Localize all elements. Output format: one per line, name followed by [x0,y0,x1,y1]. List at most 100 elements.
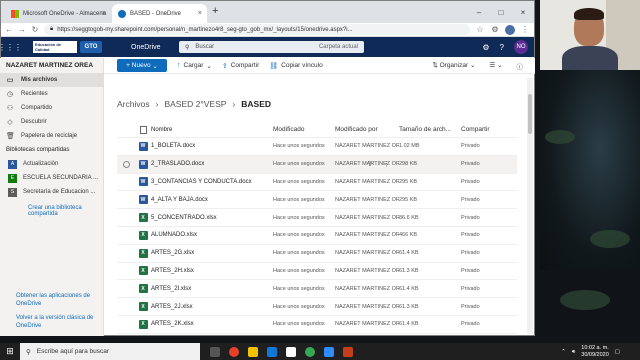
file-type-header[interactable] [135,125,151,134]
file-modified-by: NAZARET MARTINEZ ORE... [335,232,399,239]
chrome-icon[interactable] [305,346,315,357]
file-row[interactable]: X ARTES_2I.xlsx Hace unos segundos NAZARET … [117,280,517,299]
file-name[interactable]: ARTES_2I.xlsx [151,286,273,292]
start-button[interactable]: ⊞ [0,343,20,360]
notifications-icon[interactable]: ▢ [615,349,620,355]
star-icon[interactable]: ☆ [475,25,485,34]
view-options-icon[interactable]: ☰ ⌄ [489,61,502,71]
tab-based[interactable]: BASED - OneDrive × [112,4,207,23]
file-row[interactable]: X ARTES_2G.xlsx Hace unos segundos NAZARET … [117,245,517,263]
new-tab-button[interactable]: + [212,5,218,17]
more-icon[interactable]: ⋮ [383,160,390,168]
app-launcher-icon[interactable]: ⋮⋮⋮ [1,43,22,52]
file-icon-cell: X [135,284,151,294]
file-name[interactable]: 5_CONCENTRADO.xlsx [151,215,273,221]
clock[interactable]: 10:02 a. m. 30/09/2020 [581,345,609,359]
profile-avatar[interactable] [505,24,515,35]
network-icon[interactable]: ⌃ [561,349,566,355]
forward-icon[interactable]: → [18,25,26,34]
library-item[interactable]: E ESCUELA SECUNDARIA ... [0,171,103,185]
maximize-button[interactable]: □ [490,1,512,23]
column-name[interactable]: Nombre [151,127,273,133]
file-explorer-icon[interactable] [248,346,258,357]
file-name[interactable]: ARTES_2H.xlsx [151,268,273,274]
column-modified[interactable]: Modificado [273,126,335,133]
get-apps-link[interactable]: Obtener las aplicaciones de OneDrive [16,292,100,308]
nav-my-files[interactable]: ▭ Mis archivos [0,73,103,87]
classic-view-link[interactable]: Volver a la versión clásica de OneDrive [16,314,100,330]
tab-onedrive-home[interactable]: Microsoft OneDrive - Almacena × [5,4,111,23]
taskbar-search[interactable]: ⚲ Escribe aquí para buscar [20,343,200,360]
file-name[interactable]: ARTES_2G.xlsx [151,250,273,256]
file-name[interactable]: 2_TRASLADO.docx [151,161,273,167]
user-avatar[interactable]: NO [514,40,528,54]
powerpoint-icon[interactable] [343,346,353,357]
volume-icon[interactable]: 🔊︎ [572,349,575,356]
taskbar-apps [210,346,353,357]
file-row[interactable]: X ARTES_2H.xlsx Hace unos segundos NAZARET … [117,263,517,281]
library-item[interactable]: S Secretaría de Educacion ... [0,185,103,199]
organization-logo[interactable]: Educación de Calidad GTO [33,41,123,53]
minimize-button[interactable]: – [468,1,490,23]
new-button[interactable]: + Nuevo ⌄ [117,59,167,72]
organize-button[interactable]: ⇅ Organizar ⌄ [432,61,475,71]
task-view-icon[interactable] [210,346,220,357]
close-window-button[interactable]: × [512,1,534,23]
file-row[interactable]: X ARTES_2K.xlsx Hace unos segundos NAZARET … [117,316,517,334]
settings-gear-icon[interactable]: ⚙ [482,43,489,52]
file-row[interactable]: X ARTES_2J.xlsx Hace unos segundos NAZARET … [117,298,517,316]
file-row[interactable]: W 4_ALTA Y BAJA.docx Hace unos segundos NAZ… [117,191,517,210]
file-row[interactable]: X ALUMNADO.xlsx Hace unos segundos NAZARET … [117,227,517,245]
file-name[interactable]: 4_ALTA Y BAJA.docx [151,197,273,203]
share-icon[interactable]: ⇪ [367,160,373,168]
close-tab-icon[interactable]: × [198,10,202,17]
breadcrumb-item[interactable]: BASED 2°VESP [164,99,226,109]
file-name[interactable]: 1_BOLETA.docx [151,143,273,149]
search-icon: ⚲ [185,44,190,51]
nav-recycle-bin[interactable]: 🗑︎ Papelera de reciclaje [0,129,103,143]
file-size: 298 KB [399,161,418,168]
file-row[interactable]: W 1_BOLETA.docx Hace unos segundos NAZARET … [117,138,517,156]
back-icon[interactable]: ← [5,25,13,34]
close-tab-icon[interactable]: × [102,10,106,17]
nav-recent[interactable]: ◷ Recientes [0,87,103,101]
column-sharing[interactable]: Compartir [461,126,511,133]
edge-icon[interactable] [267,346,277,357]
extensions-icon[interactable]: ⚙ [490,25,500,34]
file-name[interactable]: ARTES_2J.xlsx [151,304,273,310]
row-select-cell[interactable] [117,160,135,168]
zoom-icon[interactable] [324,346,334,357]
file-name[interactable]: ALUMNADO.xlsx [151,232,273,238]
file-row[interactable]: W 2_TRASLADO.docx Hace unos segundos NAZARE… [117,155,517,174]
microsoft-logo-icon [11,9,19,18]
file-name[interactable]: ARTES_2K.xlsx [151,321,273,327]
copy-link-button[interactable]: ⛓ Copiar vínculo [269,62,322,70]
file-row[interactable]: W 3_CONTANCIAS Y CONDUCTA.docx Hace unos s… [117,174,517,192]
create-library-link[interactable]: Crear una biblioteca compartida [0,199,103,217]
opera-icon[interactable] [229,346,239,357]
row-select-radio[interactable] [122,160,130,168]
nav-discover[interactable]: ◇ Descubrir [0,115,103,129]
breadcrumb-item[interactable]: Archivos [117,99,150,109]
help-icon[interactable]: ? [500,43,504,52]
column-modified-by[interactable]: Modificado por [335,126,399,133]
store-icon[interactable] [286,346,296,357]
file-modified-by: NAZARET MARTINEZ ORE... [335,196,399,203]
url-field[interactable]: 🔒︎ https://seggtogob-my.sharepoint.com/p… [44,24,470,35]
library-item[interactable]: A Actualización [0,157,103,171]
file-name[interactable]: 3_CONTANCIAS Y CONDUCTA.docx [151,179,273,185]
trash-icon: 🗑︎ [6,133,15,140]
more-icon[interactable]: ⋮ [520,25,530,34]
vertical-scrollbar[interactable] [527,78,533,334]
upload-button[interactable]: ↑ Cargar ⌄ [177,62,212,70]
search-box[interactable]: ⚲ Buscar Carpeta actual [179,41,364,53]
file-row[interactable]: X 5_CONCENTRADO.xlsx Hace unos segundos NAZ… [117,209,517,227]
reload-icon[interactable]: ↻ [31,25,39,34]
info-icon[interactable]: ⓘ [517,61,524,71]
nav-shared[interactable]: ⚇ Compartido [0,101,103,115]
new-label: Nuevo [131,62,151,69]
file-modified: Hace unos segundos [273,250,325,257]
share-button[interactable]: ⇪ Compartir [222,62,259,70]
scrollbar-thumb[interactable] [528,94,532,134]
column-size[interactable]: Tamaño de arch... [399,126,461,133]
